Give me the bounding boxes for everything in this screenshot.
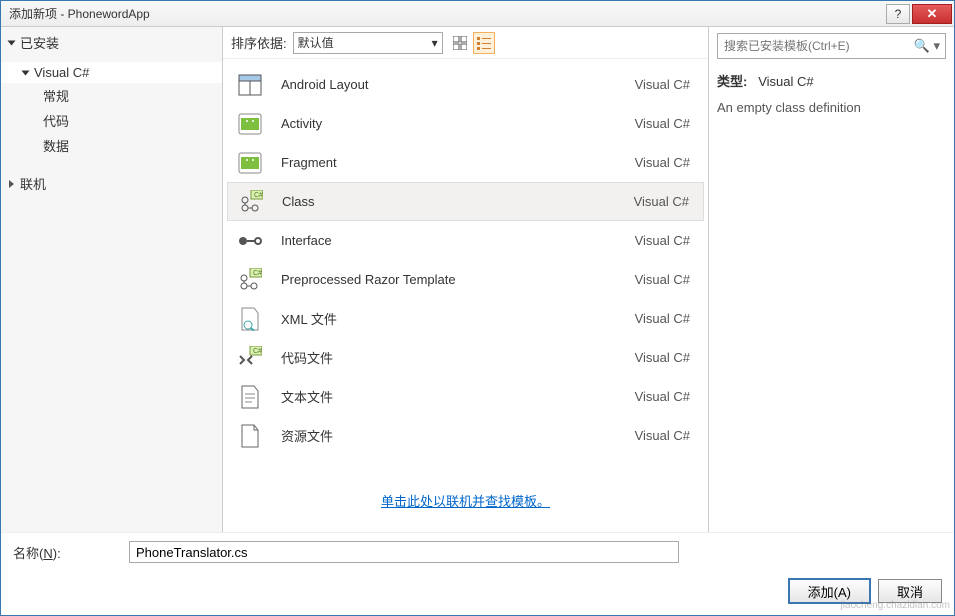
- template-name: 代码文件: [281, 348, 635, 367]
- tree-label: Visual C#: [34, 65, 89, 80]
- svg-text:C#: C#: [254, 192, 263, 199]
- tree-node-code[interactable]: 代码: [1, 108, 222, 133]
- search-wrapper: 🔍 ▾: [717, 33, 946, 59]
- template-lang: Visual C#: [635, 389, 690, 404]
- template-lang: Visual C#: [635, 350, 690, 365]
- template-row-3[interactable]: C# ClassVisual C#: [227, 182, 704, 221]
- sidebar-installed[interactable]: 已安装: [1, 27, 222, 58]
- template-lang: Visual C#: [635, 155, 690, 170]
- template-row-4[interactable]: InterfaceVisual C#: [227, 221, 704, 260]
- triangle-icon: [8, 40, 16, 45]
- detail-type-label: 类型:: [717, 74, 747, 89]
- detail-pane: 🔍 ▾ 类型: Visual C# An empty class definit…: [709, 27, 954, 532]
- template-lang: Visual C#: [635, 272, 690, 287]
- template-name: Android Layout: [281, 77, 635, 92]
- detail-type-value: Visual C#: [758, 74, 813, 89]
- view-list-button[interactable]: [473, 32, 495, 54]
- template-row-5[interactable]: C# Preprocessed Razor TemplateVisual C#: [227, 260, 704, 299]
- search-icon[interactable]: 🔍 ▾: [914, 38, 940, 54]
- template-class-icon: C#: [238, 189, 264, 215]
- template-lang: Visual C#: [635, 311, 690, 326]
- template-row-1[interactable]: ActivityVisual C#: [227, 104, 704, 143]
- template-lang: Visual C#: [634, 194, 689, 209]
- template-layout-icon: [237, 72, 263, 98]
- template-list[interactable]: Android LayoutVisual C#ActivityVisual C#…: [223, 59, 708, 477]
- template-lang: Visual C#: [635, 428, 690, 443]
- tree-node-general[interactable]: 常规: [1, 83, 222, 108]
- template-text-icon: [237, 384, 263, 410]
- triangle-icon: [22, 70, 30, 75]
- template-name: Interface: [281, 233, 635, 248]
- template-name: Activity: [281, 116, 635, 131]
- template-row-2[interactable]: FragmentVisual C#: [227, 143, 704, 182]
- online-search-link[interactable]: 单击此处以联机并查找模板。: [381, 494, 550, 509]
- template-lang: Visual C#: [635, 77, 690, 92]
- template-interface-icon: [237, 228, 263, 254]
- template-row-6[interactable]: XML 文件Visual C#: [227, 299, 704, 338]
- template-android-icon: [237, 150, 263, 176]
- template-row-7[interactable]: C# 代码文件Visual C#: [227, 338, 704, 377]
- view-buttons: [449, 32, 495, 54]
- template-row-0[interactable]: Android LayoutVisual C#: [227, 65, 704, 104]
- detail-description: An empty class definition: [717, 100, 946, 115]
- template-android-icon: [237, 111, 263, 137]
- tree-label: 代码: [43, 111, 69, 130]
- online-link-area: 单击此处以联机并查找模板。: [223, 477, 708, 532]
- tree-node-csharp[interactable]: Visual C#: [1, 62, 222, 83]
- template-razor-icon: C#: [237, 267, 263, 293]
- template-row-8[interactable]: 文本文件Visual C#: [227, 377, 704, 416]
- window-controls: ? ✕: [886, 4, 954, 24]
- template-name: 文本文件: [281, 387, 635, 406]
- sidebar-installed-label: 已安装: [20, 33, 59, 52]
- view-grid-button[interactable]: [449, 32, 471, 54]
- name-input[interactable]: [129, 541, 679, 563]
- window-title: 添加新项 - PhonewordApp: [9, 5, 150, 22]
- template-name: Preprocessed Razor Template: [281, 272, 635, 287]
- watermark: jiaocheng.chazidian.com: [840, 600, 950, 611]
- sidebar-online-label: 联机: [20, 174, 46, 193]
- main-area: 已安装 Visual C# 常规 代码 数据 联机 排序依据:: [1, 27, 954, 532]
- bottom-panel: 名称(N): 添加(A) 取消: [1, 532, 954, 615]
- sidebar: 已安装 Visual C# 常规 代码 数据 联机: [1, 27, 223, 532]
- template-row-9[interactable]: 资源文件Visual C#: [227, 416, 704, 455]
- template-resource-icon: [237, 423, 263, 449]
- template-name: Fragment: [281, 155, 635, 170]
- sort-dropdown[interactable]: 默认值 ▾: [293, 32, 443, 54]
- name-label: 名称(N):: [13, 543, 121, 562]
- grid-icon: [453, 36, 467, 50]
- template-name: 资源文件: [281, 426, 635, 445]
- help-button[interactable]: ?: [886, 4, 910, 24]
- list-icon: [477, 36, 491, 50]
- template-xml-icon: [237, 306, 263, 332]
- template-code-icon: C#: [237, 345, 263, 371]
- sidebar-tree: Visual C# 常规 代码 数据: [1, 58, 222, 162]
- tree-label: 数据: [43, 136, 69, 155]
- template-name: XML 文件: [281, 309, 635, 328]
- svg-text:C#: C#: [253, 270, 262, 277]
- tree-label: 常规: [43, 86, 69, 105]
- close-button[interactable]: ✕: [912, 4, 952, 24]
- search-input[interactable]: [717, 33, 946, 59]
- sort-label: 排序依据:: [231, 33, 287, 52]
- svg-text:C#: C#: [253, 348, 262, 355]
- titlebar: 添加新项 - PhonewordApp ? ✕: [1, 1, 954, 27]
- detail-type: 类型: Visual C#: [717, 71, 946, 90]
- template-area: 排序依据: 默认值 ▾ Android LayoutVisual C#Activ…: [223, 27, 709, 532]
- chevron-down-icon: ▾: [432, 36, 438, 50]
- tree-node-data[interactable]: 数据: [1, 133, 222, 158]
- button-row: 添加(A) 取消: [13, 579, 942, 603]
- triangle-icon: [9, 180, 14, 188]
- template-lang: Visual C#: [635, 116, 690, 131]
- template-lang: Visual C#: [635, 233, 690, 248]
- template-name: Class: [282, 194, 634, 209]
- sort-value: 默认值: [298, 34, 334, 51]
- toolbar: 排序依据: 默认值 ▾: [223, 27, 708, 59]
- sidebar-online[interactable]: 联机: [1, 168, 222, 199]
- name-row: 名称(N):: [13, 541, 942, 563]
